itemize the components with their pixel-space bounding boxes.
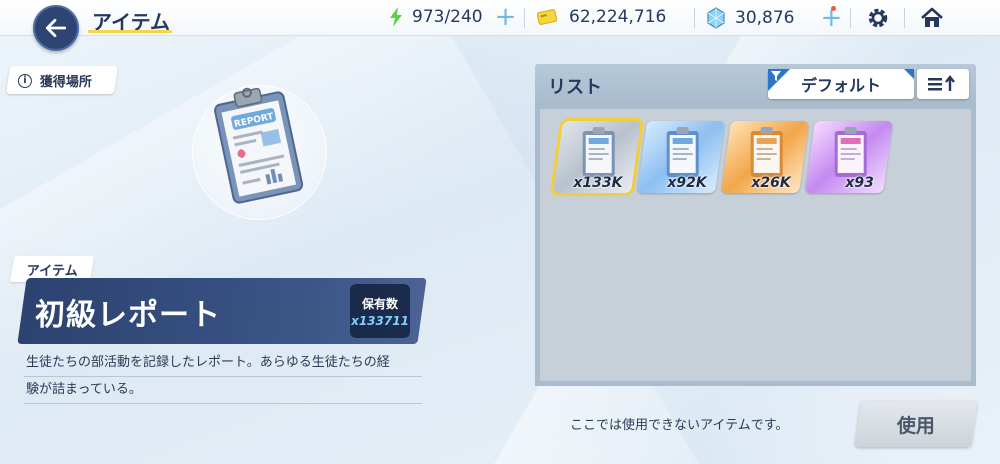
gem-counter: 30,876 + bbox=[707, 5, 842, 31]
ap-value: 973/240 bbox=[412, 7, 483, 27]
unusable-note: ここでは使用できないアイテムです。 bbox=[570, 418, 789, 433]
category-label: アイテム bbox=[26, 263, 78, 279]
divider bbox=[850, 8, 851, 28]
sort-order-button[interactable] bbox=[917, 69, 969, 99]
add-ap-button[interactable]: + bbox=[495, 4, 517, 30]
use-button[interactable]: 使用 bbox=[854, 401, 978, 447]
sort-dropdown[interactable]: デフォルト bbox=[768, 69, 914, 99]
divider bbox=[524, 8, 525, 28]
gem-icon bbox=[707, 7, 725, 29]
home-icon[interactable] bbox=[920, 6, 944, 30]
item-quantity: x93 bbox=[845, 175, 875, 191]
title-underline bbox=[88, 30, 172, 33]
item-slot-purple[interactable]: x93 bbox=[804, 121, 894, 193]
item-quantity: x133K bbox=[573, 175, 623, 191]
item-list: x133K x92K x26K x93 bbox=[535, 104, 976, 386]
back-button[interactable] bbox=[33, 5, 79, 51]
dropdown-corner bbox=[904, 69, 914, 79]
report-clipboard-icon: REPORT bbox=[214, 87, 304, 204]
add-gem-button[interactable]: + bbox=[820, 5, 842, 31]
ap-counter: 973/240 + bbox=[388, 4, 517, 30]
list-title: リスト bbox=[548, 77, 602, 98]
description-line: 験が詰まっている。 bbox=[24, 377, 422, 404]
use-label: 使用 bbox=[896, 414, 935, 437]
item-quantity: x26K bbox=[750, 175, 791, 191]
notification-dot bbox=[831, 6, 836, 11]
item-grid: x133K x92K x26K x93 bbox=[540, 109, 971, 381]
gem-value: 30,876 bbox=[735, 8, 795, 28]
acquisition-button[interactable]: i 獲得場所 bbox=[6, 66, 118, 94]
item-slot-gray[interactable]: x133K bbox=[549, 118, 645, 196]
owned-label: 保有数 bbox=[361, 296, 398, 311]
divider bbox=[904, 8, 905, 28]
credit-value: 62,224,716 bbox=[569, 7, 667, 27]
item-slot-blue[interactable]: x92K bbox=[636, 121, 726, 193]
description-line: 生徒たちの部活動を記録したレポート。あらゆる生徒たちの経 bbox=[24, 350, 422, 377]
credit-counter: 62,224,716 bbox=[537, 7, 666, 27]
report-clipboard-icon bbox=[834, 127, 867, 177]
report-clipboard-icon bbox=[666, 127, 699, 177]
owned-count-box: 保有数 x133711 bbox=[350, 284, 410, 338]
arrow-left-icon bbox=[45, 19, 67, 37]
divider bbox=[694, 8, 695, 28]
gear-icon[interactable] bbox=[866, 6, 890, 30]
sort-label: デフォルト bbox=[800, 76, 881, 95]
credit-icon bbox=[537, 9, 558, 25]
item-slot-orange[interactable]: x26K bbox=[720, 121, 810, 193]
owned-value: x133711 bbox=[351, 313, 409, 328]
info-icon: i bbox=[18, 73, 32, 87]
report-clipboard-icon bbox=[750, 127, 783, 177]
filter-icon bbox=[771, 71, 781, 81]
acquisition-label: 獲得場所 bbox=[40, 74, 93, 90]
lightning-icon bbox=[390, 7, 402, 27]
report-clipboard-icon bbox=[582, 127, 615, 177]
item-name: 初級レポート bbox=[35, 298, 221, 333]
sort-order-icon bbox=[928, 75, 955, 91]
item-quantity: x92K bbox=[666, 175, 707, 191]
item-description: 生徒たちの部活動を記録したレポート。あらゆる生徒たちの経 験が詰まっている。 bbox=[24, 350, 422, 404]
